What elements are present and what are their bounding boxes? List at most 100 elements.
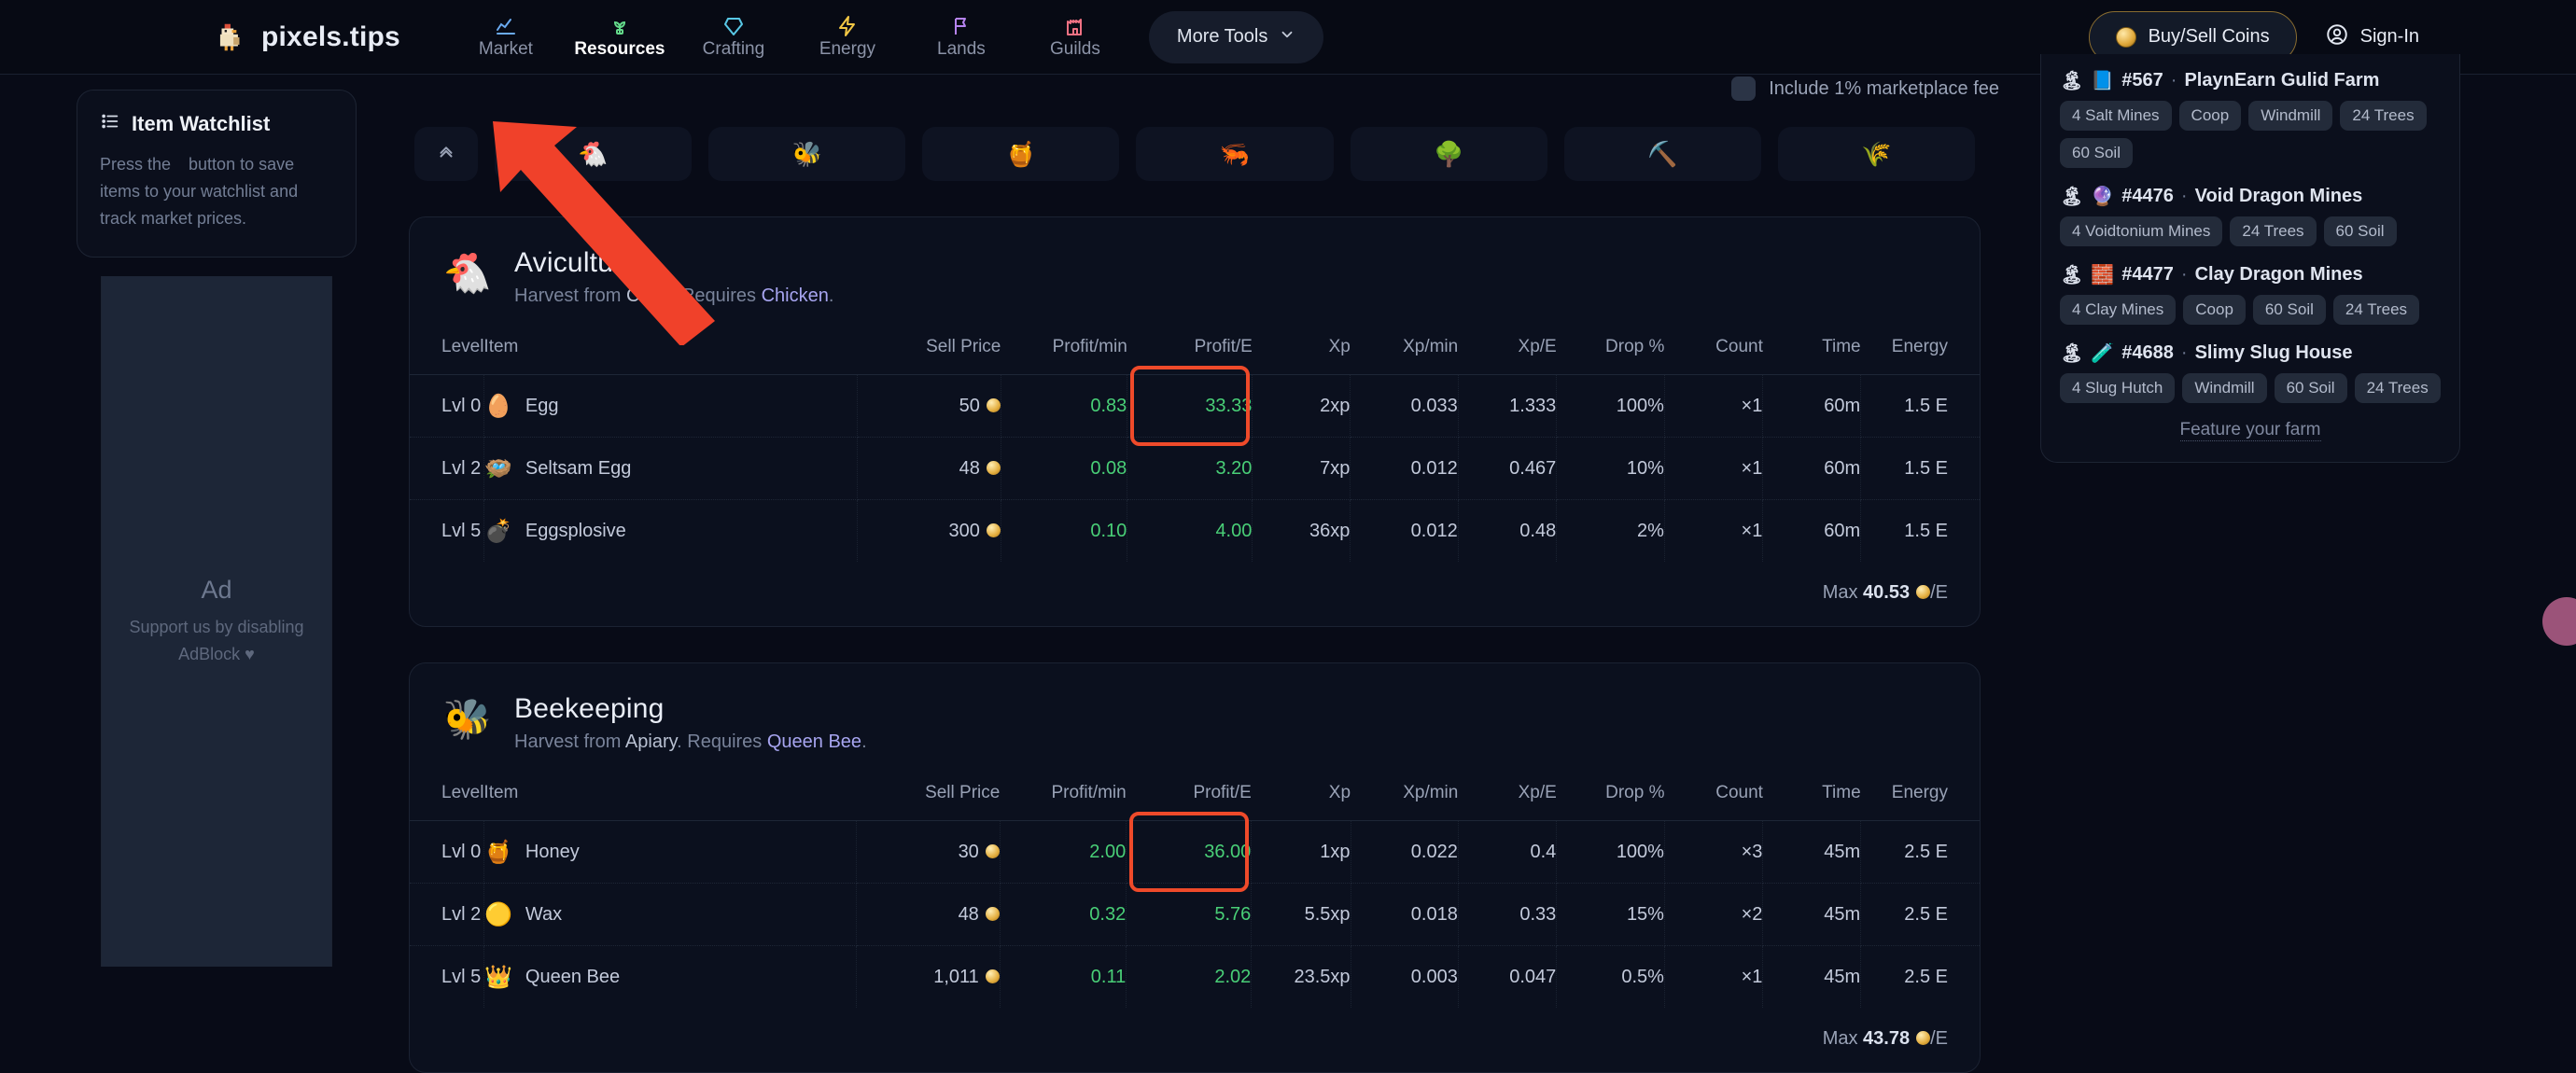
coin-icon [1916,585,1930,599]
col-drop[interactable]: Drop % [1557,327,1665,375]
col-energy[interactable]: Energy [1861,327,1980,375]
col-xp-min[interactable]: Xp/min [1351,773,1458,821]
col-level[interactable]: Level [410,773,483,821]
farm-type-icon: 🧱 [2091,263,2114,286]
cell-xp: 23.5xp [1252,946,1351,1009]
marketplace-fee-checkbox[interactable] [1731,77,1756,101]
cell-xp: 5.5xp [1252,884,1351,946]
cell-drop: 100% [1557,821,1665,884]
cell-drop: 100% [1557,375,1665,438]
floating-action-bubble[interactable] [2542,597,2576,646]
farm-entry[interactable]: 🏝 🧪 #4688 · Slimy Slug House 4 Slug Hutc… [2060,341,2441,403]
table-row[interactable]: Lvl 5 💣Eggsplosive 300 0.10 4.00 36xp 0.… [410,500,1980,563]
farm-type-icon: 📘 [2091,69,2114,92]
farm-entry[interactable]: 🏝 🧱 #4477 · Clay Dragon Mines 4 Clay Min… [2060,263,2441,325]
cell-energy: 2.5 E [1861,946,1980,1009]
farm-id: #4476 [2121,186,2174,207]
table-row[interactable]: Lvl 2 🪺Seltsam Egg 48 0.08 3.20 7xp 0.01… [410,438,1980,500]
cell-xp-e: 0.467 [1458,438,1557,500]
main-content: Include 1% marketplace fee 🐔 🐝 🍯 🦐 🌳 ⛏️ … [383,75,2007,1073]
item-name: Queen Bee [525,967,620,988]
col-count[interactable]: Count [1664,773,1762,821]
table-head: Level Item Sell Price Profit/min Profit/… [410,773,1980,821]
resource-table: Level Item Sell Price Profit/min Profit/… [410,327,1980,562]
col-xp-e[interactable]: Xp/E [1458,773,1556,821]
table-row[interactable]: Lvl 5 👑Queen Bee 1,011 0.11 2.02 23.5xp … [410,946,1980,1009]
nav-label: Market [479,39,533,60]
nav-item-energy[interactable]: Energy [791,7,904,68]
col-xp[interactable]: Xp [1252,773,1351,821]
feature-your-farm-link[interactable]: Feature your farm [2180,420,2321,441]
farm-entry[interactable]: 🏝 📘 #567 · PlaynEarn Gulid Farm 4 Salt M… [2060,69,2441,168]
col-time[interactable]: Time [1763,773,1861,821]
land-icon: 🏝 [2060,185,2083,208]
cell-drop: 10% [1557,438,1665,500]
filter-mining[interactable]: ⛏️ [1564,127,1761,181]
filter-forestry[interactable]: 🌳 [1351,127,1547,181]
col-count[interactable]: Count [1664,327,1762,375]
farm-entry[interactable]: 🏝 🔮 #4476 · Void Dragon Mines 4 Voidtoni… [2060,185,2441,246]
buy-sell-label: Buy/Sell Coins [2149,26,2270,48]
nav-item-resources[interactable]: Resources [563,7,677,68]
col-profit-e[interactable]: Profit/E [1127,773,1252,821]
col-level[interactable]: Level [410,327,483,375]
col-profit-min[interactable]: Profit/min [1001,327,1127,375]
col-profit-min[interactable]: Profit/min [1000,773,1126,821]
shrimp-icon: 🦐 [1220,140,1250,169]
table-head: Level Item Sell Price Profit/min Profit/… [410,327,1980,375]
cell-xp: 2xp [1253,375,1351,438]
cell-count: ×3 [1664,821,1762,884]
col-item[interactable]: Item [483,773,856,821]
filter-collapse-button[interactable] [414,127,478,181]
farm-separator: · [2181,264,2188,286]
cell-count: ×1 [1664,946,1762,1009]
section-header: 🐝 Beekeeping Harvest from Apiary. Requir… [410,684,1980,773]
col-xp-e[interactable]: Xp/E [1458,327,1557,375]
farm-separator: · [2181,186,2188,207]
col-profit-e[interactable]: Profit/E [1127,327,1253,375]
cell-xp: 1xp [1252,821,1351,884]
cell-item: 🪺Seltsam Egg [483,438,857,500]
table-row[interactable]: Lvl 0 🍯Honey 30 2.00 36.00 1xp 0.022 0.4… [410,821,1980,884]
cell-profit-min: 0.32 [1000,884,1126,946]
cell-count: ×2 [1664,884,1762,946]
col-sell-price[interactable]: Sell Price [857,327,1001,375]
chevron-up-icon [436,141,456,167]
filter-fishing[interactable]: 🦐 [1136,127,1333,181]
cell-xp: 36xp [1253,500,1351,563]
brand[interactable]: pixels.tips [213,20,400,55]
nav-item-lands[interactable]: Lands [904,7,1018,68]
table-row[interactable]: Lvl 2 🟡Wax 48 0.32 5.76 5.5xp 0.018 0.33… [410,884,1980,946]
filter-beekeeping[interactable]: 🐝 [708,127,905,181]
farm-tag: 4 Slug Hutch [2060,373,2175,403]
nav-item-market[interactable]: Market [449,7,563,68]
resource-section-aviculture: 🐔 Aviculture Harvest from Coop. Requires… [409,216,1981,627]
subtitle-prefix: Harvest from [514,732,625,752]
nav-item-crafting[interactable]: Crafting [677,7,791,68]
cell-level: Lvl 0 [410,375,483,438]
nav-item-guilds[interactable]: Guilds [1018,7,1132,68]
filter-farming[interactable]: 🌾 [1778,127,1975,181]
sign-in-button[interactable]: Sign-In [2325,22,2419,52]
col-item[interactable]: Item [483,327,857,375]
chevron-down-icon [1279,26,1295,49]
farm-tag: 4 Clay Mines [2060,295,2176,325]
col-sell-price[interactable]: Sell Price [856,773,1000,821]
item-name: Honey [525,842,580,863]
col-xp-min[interactable]: Xp/min [1351,327,1458,375]
cell-xp-e: 0.4 [1458,821,1556,884]
more-tools-button[interactable]: More Tools [1149,11,1323,63]
table-body: Lvl 0 🍯Honey 30 2.00 36.00 1xp 0.022 0.4… [410,821,1980,1009]
col-drop[interactable]: Drop % [1557,773,1665,821]
filter-aviculture[interactable]: 🐔 [495,127,692,181]
filter-cooking[interactable]: 🍯 [922,127,1119,181]
cell-count: ×1 [1664,438,1762,500]
col-xp[interactable]: Xp [1253,327,1351,375]
farm-type-icon: 🔮 [2091,185,2114,208]
col-energy[interactable]: Energy [1861,773,1980,821]
col-time[interactable]: Time [1763,327,1861,375]
farm-tag: 60 Soil [2060,138,2133,168]
footer-suffix: /E [1930,582,1948,603]
table-row[interactable]: Lvl 0 🥚Egg 50 0.83 33.33 2xp 0.033 1.333… [410,375,1980,438]
watchlist-description: Press the button to save items to your w… [100,151,333,232]
